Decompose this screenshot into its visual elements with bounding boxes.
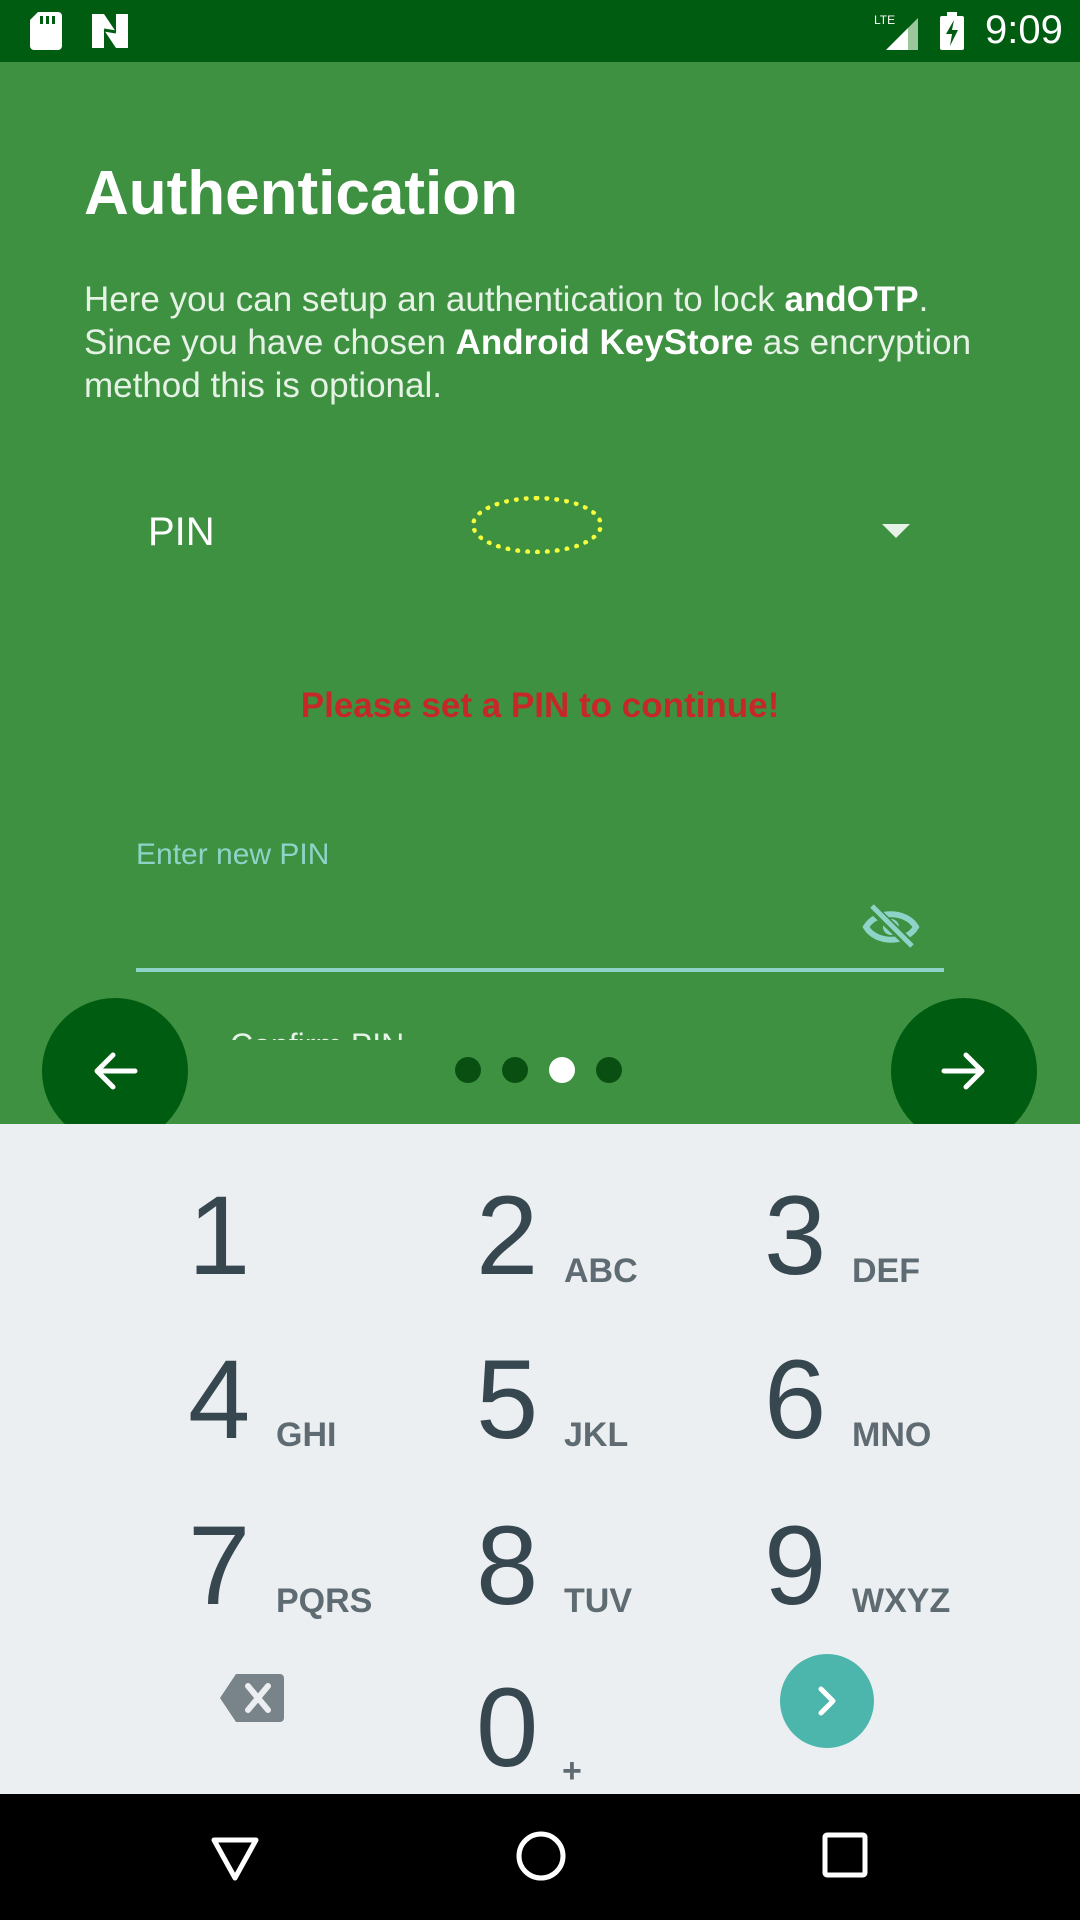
previous-button[interactable]: [42, 998, 188, 1144]
key-7[interactable]: 7 PQRS: [188, 1490, 488, 1640]
key-letters: ABC: [564, 1252, 638, 1290]
key-letters: GHI: [276, 1416, 337, 1454]
key-letters: +: [562, 1752, 582, 1790]
key-8[interactable]: 8 TUV: [476, 1490, 776, 1640]
battery-charging-icon: [940, 12, 964, 50]
status-bar: LTE 9:09: [0, 0, 1080, 62]
desc-method: Android KeyStore: [455, 323, 754, 362]
key-letters: WXYZ: [852, 1582, 951, 1620]
key-digit: 1: [188, 1173, 251, 1298]
confirm-pin-hint: Confirm PIN: [230, 1020, 450, 1040]
key-0[interactable]: 0 +: [476, 1652, 776, 1802]
key-digit: 3: [764, 1173, 827, 1298]
key-9[interactable]: 9 WXYZ: [764, 1490, 1064, 1640]
key-digit: 4: [188, 1337, 251, 1462]
key-digit: 6: [764, 1337, 827, 1462]
page-indicator: [455, 1057, 635, 1087]
key-digit: 7: [188, 1503, 251, 1628]
key-3[interactable]: 3 DEF: [764, 1160, 1064, 1310]
key-digit: 2: [476, 1173, 539, 1298]
n-icon: [92, 14, 128, 48]
new-pin-input[interactable]: [136, 882, 944, 972]
key-letters: JKL: [564, 1416, 629, 1454]
arrow-left-icon: [94, 1052, 138, 1090]
key-digit: 8: [476, 1503, 539, 1628]
page-dot-4: [596, 1057, 622, 1083]
recents-nav-icon[interactable]: [822, 1832, 868, 1878]
page-dot-3: [549, 1057, 575, 1083]
key-digit: 9: [764, 1503, 827, 1628]
key-5[interactable]: 5 JKL: [476, 1324, 776, 1474]
key-4[interactable]: 4 GHI: [188, 1324, 488, 1474]
status-time: 9:09: [985, 8, 1063, 52]
error-message: Please set a PIN to continue!: [300, 686, 780, 725]
chevron-right-icon: [818, 1686, 836, 1716]
system-nav-bar: [0, 1794, 1080, 1920]
page-dot-2: [502, 1057, 528, 1083]
key-digit: 0: [476, 1665, 539, 1790]
lte-signal-icon: LTE: [874, 13, 918, 50]
page-title: Authentication: [84, 159, 518, 228]
key-letters: PQRS: [276, 1582, 373, 1620]
auth-type-selected: PIN: [148, 510, 215, 554]
back-nav-icon[interactable]: [210, 1834, 260, 1884]
key-letters: TUV: [564, 1582, 632, 1620]
home-nav-icon[interactable]: [515, 1830, 567, 1882]
key-1[interactable]: 1: [188, 1160, 488, 1310]
next-button[interactable]: [891, 998, 1037, 1144]
numeric-keypad: 1 2 ABC 3 DEF 4 GHI 5 JKL 6 MNO 7 PQRS 8…: [0, 1124, 1080, 1794]
desc-app-name: andOTP: [784, 280, 919, 319]
svg-text:LTE: LTE: [874, 13, 895, 27]
dropdown-arrow-icon: [882, 524, 910, 538]
backspace-key-icon[interactable]: [220, 1674, 284, 1722]
arrow-right-icon: [941, 1052, 985, 1090]
page-description: Here you can setup an authentication to …: [84, 278, 1024, 407]
key-letters: DEF: [852, 1252, 920, 1290]
pin-field-hint: Enter new PIN: [136, 838, 330, 871]
keypad-go-button[interactable]: [780, 1654, 874, 1748]
key-6[interactable]: 6 MNO: [764, 1324, 1064, 1474]
key-2[interactable]: 2 ABC: [476, 1160, 776, 1310]
sd-card-icon: [30, 12, 62, 50]
touch-indicator: [471, 496, 603, 554]
key-letters: MNO: [852, 1416, 932, 1454]
desc-text-1: Here you can setup an authentication to …: [84, 280, 785, 319]
intro-slide: Authentication Here you can setup an aut…: [0, 62, 1080, 1144]
visibility-off-icon[interactable]: [862, 902, 920, 952]
key-digit: 5: [476, 1337, 539, 1462]
page-dot-1: [455, 1057, 481, 1083]
